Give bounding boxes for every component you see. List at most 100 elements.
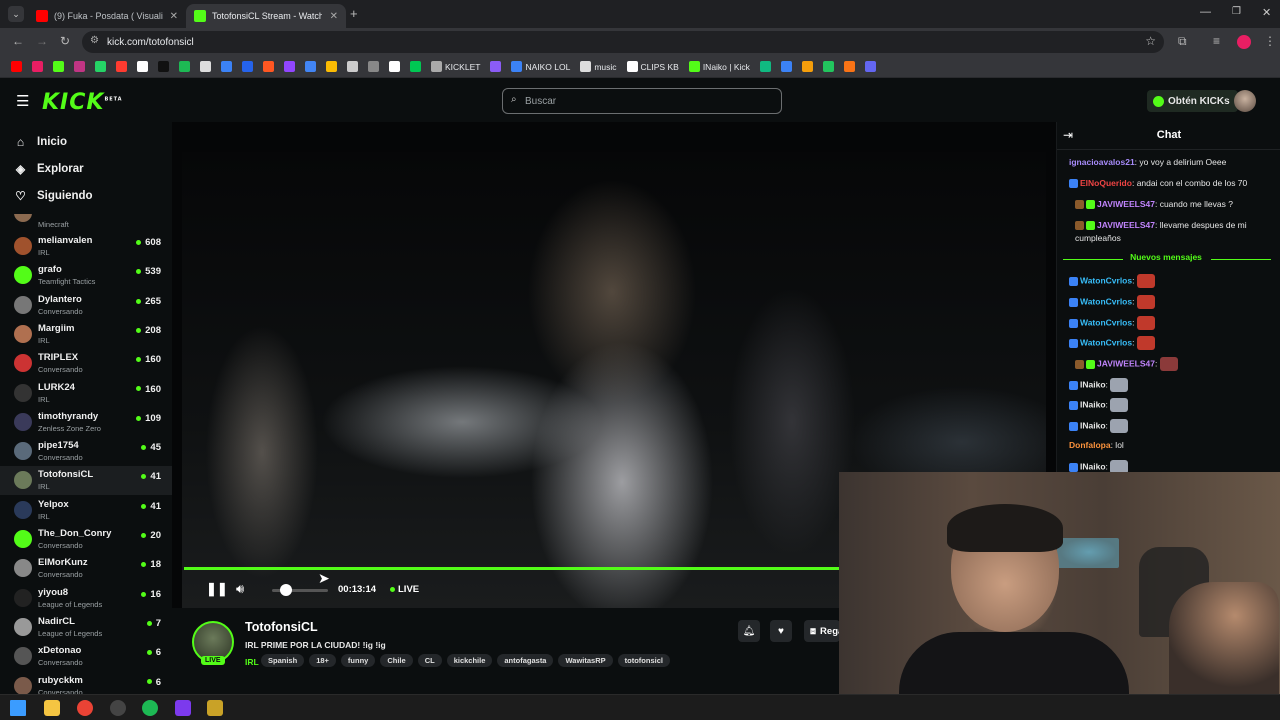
bookmark-item[interactable] <box>365 58 382 76</box>
bookmark-item[interactable] <box>92 58 109 76</box>
bookmark-item[interactable] <box>323 58 340 76</box>
channel-row[interactable]: The_Don_Conry Conversando 20 <box>0 525 172 554</box>
app-icon[interactable] <box>175 700 191 716</box>
stream-tag[interactable]: Chile <box>380 654 413 667</box>
channel-row[interactable]: NadirCL League of Legends 7 <box>0 613 172 642</box>
chat-username[interactable]: JAVIWEELS47 <box>1097 199 1155 209</box>
pause-icon[interactable]: ❚❚ <box>206 581 228 597</box>
close-icon[interactable]: ✕ <box>330 11 338 22</box>
bookmark-item[interactable]: NAIKO LOL <box>508 58 573 76</box>
stream-tag[interactable]: totofonsicl <box>617 654 670 667</box>
chat-username[interactable]: WatonCvrlos <box>1080 275 1132 285</box>
stream-tag[interactable]: CL <box>417 654 442 667</box>
stream-category[interactable]: IRL <box>245 657 259 667</box>
media-icon[interactable]: ≡ <box>1213 34 1220 48</box>
channel-row[interactable]: melianvalen IRL 608 <box>0 232 172 261</box>
channel-row[interactable]: rubyckkm Conversando 6 <box>0 672 172 694</box>
extensions-icon[interactable]: ⧉ <box>1178 34 1187 49</box>
obs-icon[interactable] <box>110 700 126 716</box>
chat-username[interactable]: ElNoQuerido <box>1080 178 1132 188</box>
chat-username[interactable]: WatonCvrlos <box>1080 317 1132 327</box>
back-icon[interactable]: ← <box>12 34 24 48</box>
channel-row[interactable]: Margiim IRL 208 <box>0 320 172 349</box>
chat-username[interactable]: INaiko <box>1080 420 1106 430</box>
menu-icon[interactable]: ⋮ <box>1264 34 1276 48</box>
channel-row[interactable]: xDetonao Conversando 6 <box>0 642 172 671</box>
close-icon[interactable]: ✕ <box>170 11 178 22</box>
channel-row[interactable]: timothyrandy Zenless Zone Zero 109 <box>0 408 172 437</box>
follow-button[interactable]: ♥ <box>770 620 792 642</box>
chat-username[interactable]: ignacioavalos21 <box>1069 157 1135 167</box>
nav-siguiendo[interactable]: ♡ Siguiendo <box>14 189 92 203</box>
channel-row[interactable]: TotofonsiCL IRL 41 <box>0 466 172 496</box>
chat-username[interactable]: WatonCvrlos <box>1080 296 1132 306</box>
bookmark-item[interactable] <box>176 58 193 76</box>
bookmark-item[interactable] <box>302 58 319 76</box>
volume-knob[interactable] <box>280 584 292 596</box>
close-window-icon[interactable]: ✕ <box>1262 6 1271 19</box>
new-messages-divider[interactable]: Nuevos mensajes <box>1057 252 1275 266</box>
stream-tag[interactable]: kickchile <box>446 654 493 667</box>
user-avatar[interactable] <box>1234 90 1256 112</box>
windows-start-icon[interactable] <box>10 700 26 716</box>
bookmark-item[interactable] <box>29 58 46 76</box>
bookmark-item[interactable] <box>820 58 837 76</box>
chat-username[interactable]: JAVIWEELS47 <box>1097 358 1155 368</box>
bookmark-item[interactable] <box>50 58 67 76</box>
partial-channel-row[interactable]: Minecraft <box>0 214 172 230</box>
bookmark-item[interactable] <box>862 58 879 76</box>
reload-icon[interactable]: ↻ <box>60 34 70 48</box>
bookmark-item[interactable]: music <box>577 58 619 76</box>
bookmark-item[interactable]: INaiko | Kick <box>686 58 753 76</box>
bookmark-item[interactable] <box>113 58 130 76</box>
bookmark-item[interactable] <box>260 58 277 76</box>
chat-username[interactable]: Donfalopa <box>1069 440 1111 450</box>
bookmark-item[interactable] <box>407 58 424 76</box>
get-kicks-button[interactable]: Obtén KICKs <box>1147 90 1238 112</box>
channel-row[interactable]: Yelpox IRL 41 <box>0 496 172 525</box>
bookmark-item[interactable] <box>134 58 151 76</box>
volume-icon[interactable]: 🔊︎ <box>236 581 244 597</box>
stream-tag[interactable]: Spanish <box>261 654 305 667</box>
chat-username[interactable]: INaiko <box>1080 399 1106 409</box>
bookmark-item[interactable] <box>386 58 403 76</box>
bookmark-item[interactable] <box>155 58 172 76</box>
address-bar[interactable]: ⚙ kick.com/totofonsicl ☆ <box>82 31 1164 53</box>
channel-row[interactable]: ElMorKunz Conversando 18 <box>0 554 172 583</box>
stream-tag[interactable]: funny <box>340 654 376 667</box>
file-explorer-icon[interactable] <box>44 700 60 716</box>
profile-avatar[interactable] <box>1237 35 1251 49</box>
new-tab-button[interactable]: + <box>350 6 358 21</box>
bookmark-item[interactable] <box>799 58 816 76</box>
channel-row[interactable]: pipe1754 Conversando 45 <box>0 437 172 466</box>
maximize-icon[interactable]: ❐ <box>1232 6 1241 17</box>
progress-bar[interactable] <box>184 567 840 570</box>
bookmark-item[interactable] <box>841 58 858 76</box>
bookmark-item[interactable]: KICKLET <box>428 58 483 76</box>
bookmark-item[interactable] <box>281 58 298 76</box>
channel-row[interactable]: yiyou8 League of Legends 16 <box>0 584 172 613</box>
notification-bell-button[interactable]: 🔔︎ <box>738 620 760 642</box>
streamer-name[interactable]: TotofonsiCL <box>245 620 318 634</box>
bookmark-item[interactable] <box>487 58 504 76</box>
chat-username[interactable]: WatonCvrlos <box>1080 337 1132 347</box>
search-input[interactable]: ⌕ Buscar <box>502 88 782 114</box>
bookmark-item[interactable] <box>757 58 774 76</box>
browser-tab[interactable]: (9) Fuka - Posdata ( Visuali ✕ <box>28 4 186 28</box>
stream-tag[interactable]: 18+ <box>309 654 336 667</box>
chat-username[interactable]: INaiko <box>1080 461 1106 471</box>
bookmark-item[interactable] <box>8 58 25 76</box>
channel-row[interactable]: TRIPLEX Conversando 160 <box>0 349 172 378</box>
channel-row[interactable]: Dylantero Conversando 265 <box>0 291 172 320</box>
channel-row[interactable]: grafo Teamfight Tactics 539 <box>0 261 172 290</box>
bookmark-item[interactable] <box>71 58 88 76</box>
spotify-icon[interactable] <box>142 700 158 716</box>
chrome-icon[interactable] <box>77 700 93 716</box>
forward-icon[interactable]: → <box>36 34 48 48</box>
channel-row[interactable]: LURK24 IRL 160 <box>0 379 172 408</box>
stream-tag[interactable]: antofagasta <box>497 654 554 667</box>
tab-search-icon[interactable]: ⌄ <box>8 6 24 22</box>
bookmark-item[interactable] <box>344 58 361 76</box>
stream-tag[interactable]: WawitasRP <box>558 654 613 667</box>
site-info-icon[interactable]: ⚙ <box>90 35 99 46</box>
